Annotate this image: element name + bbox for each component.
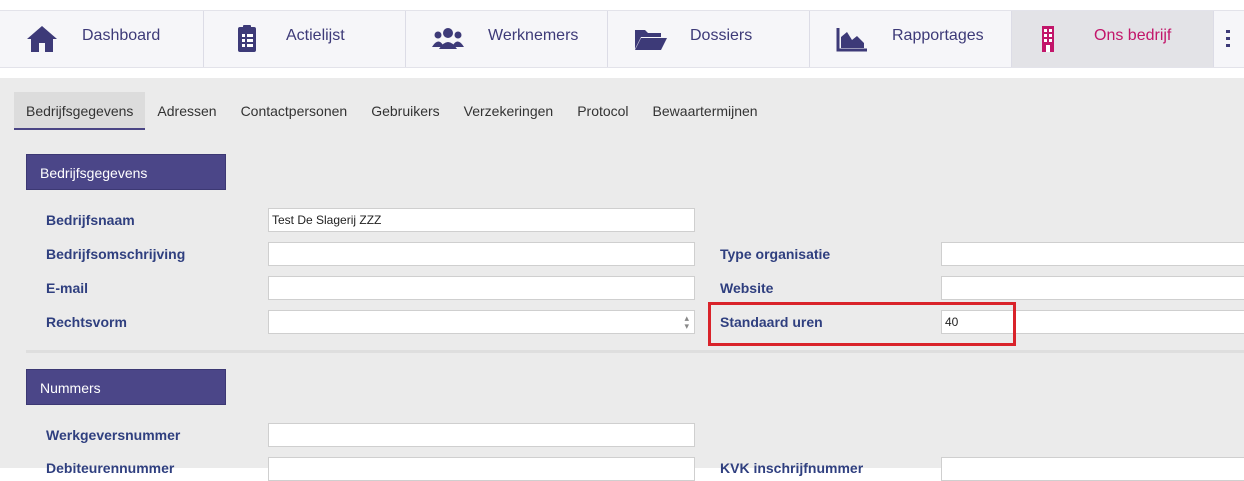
nav-item-dashboard[interactable]: Dashboard (0, 11, 204, 67)
nav-item-dossiers[interactable]: Dossiers (608, 11, 810, 67)
folder-open-icon (635, 30, 667, 50)
section-divider (26, 350, 1244, 353)
subtab-gebruikers[interactable]: Gebruikers (359, 92, 451, 130)
label-rechtsvorm: Rechtsvorm (46, 314, 127, 330)
subtab-adressen[interactable]: Adressen (145, 92, 228, 130)
nav-item-more[interactable] (1214, 11, 1244, 67)
content-panel (0, 78, 1244, 468)
werkgeversnummer-input[interactable] (268, 423, 695, 447)
section-header-bedrijfsgegevens: Bedrijfsgegevens (26, 154, 226, 190)
subtab-bar: Bedrijfsgegevens Adressen Contactpersone… (14, 92, 770, 130)
label-bedrijfsnaam: Bedrijfsnaam (46, 212, 135, 228)
nav-item-actielijst[interactable]: Actielijst (204, 11, 406, 67)
label-werkgeversnummer: Werkgeversnummer (46, 427, 181, 443)
subtab-bewaartermijnen[interactable]: Bewaartermijnen (641, 92, 770, 130)
nav-item-werknemers[interactable]: Werknemers (406, 11, 608, 67)
rechtsvorm-select[interactable]: ▴ ▾ (268, 310, 695, 334)
nav-label-werknemers: Werknemers (488, 27, 579, 44)
type-organisatie-input[interactable] (941, 242, 1244, 266)
label-debiteurennummer: Debiteurennummer (46, 460, 175, 476)
home-icon (27, 26, 57, 52)
subtab-contactpersonen[interactable]: Contactpersonen (229, 92, 360, 130)
subtab-protocol[interactable]: Protocol (565, 92, 640, 130)
subtab-verzekeringen[interactable]: Verzekeringen (452, 92, 566, 130)
bedrijfsnaam-input[interactable]: Test De Slagerij ZZZ (268, 208, 695, 232)
select-arrows-icon: ▴ ▾ (684, 313, 689, 331)
nav-label-actielijst: Actielijst (286, 27, 345, 44)
website-input[interactable] (941, 276, 1244, 300)
nav-label-dossiers: Dossiers (690, 27, 753, 44)
standaard-uren-input[interactable]: 40 (941, 310, 1244, 334)
building-icon (1042, 26, 1054, 52)
nav-item-rapportages[interactable]: Rapportages (810, 11, 1012, 67)
label-bedrijfsomschrijving: Bedrijfsomschrijving (46, 246, 186, 262)
clipboard-list-icon (238, 25, 256, 52)
section-header-nummers: Nummers (26, 369, 226, 405)
label-kvk-inschrijfnummer: KVK inschrijfnummer (720, 460, 864, 476)
top-navigation: Dashboard Actielijst Werknemers Dossiers (0, 10, 1244, 68)
nav-item-ons-bedrijf[interactable]: Ons bedrijf (1012, 11, 1214, 67)
subtab-bedrijfsgegevens[interactable]: Bedrijfsgegevens (14, 92, 146, 130)
bedrijfsomschrijving-input[interactable] (268, 242, 695, 266)
label-standaard-uren: Standaard uren (720, 314, 823, 330)
nav-label-dashboard: Dashboard (82, 27, 161, 44)
list-icon (1226, 30, 1230, 47)
nav-label-ons-bedrijf: Ons bedrijf (1094, 27, 1172, 44)
debiteurennummer-input[interactable] (268, 457, 695, 481)
label-website: Website (720, 280, 774, 296)
kvk-inschrijfnummer-input[interactable] (941, 457, 1244, 481)
area-chart-icon (836, 28, 867, 52)
users-icon (432, 28, 464, 49)
label-email: E-mail (46, 280, 89, 296)
label-type-organisatie: Type organisatie (720, 246, 831, 262)
email-input[interactable] (268, 276, 695, 300)
nav-label-rapportages: Rapportages (892, 27, 984, 44)
